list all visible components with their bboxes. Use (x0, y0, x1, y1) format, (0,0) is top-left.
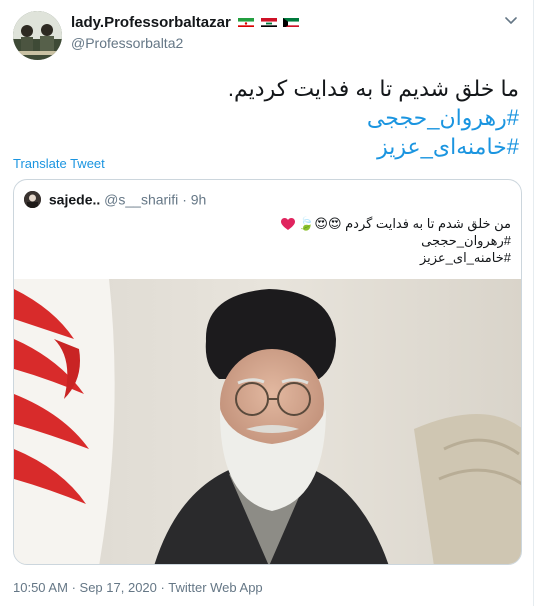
quoted-text: من خلق شدم تا به فدایت گردم 😍😍🍃 #رهروان_… (31, 215, 511, 266)
iran-flag-icon (238, 16, 255, 28)
translate-tweet-link[interactable]: Translate Tweet (13, 156, 105, 171)
avatar[interactable] (13, 11, 62, 60)
kuwait-flag-icon (283, 16, 300, 28)
tweet-text: ما خلق شدیم تا به فدایت کردیم. #رهروان_ح… (19, 74, 519, 161)
display-name[interactable]: lady.Professorbaltazar (71, 14, 231, 31)
chevron-down-icon[interactable] (503, 12, 519, 28)
quoted-handle: @s__sharifi (104, 191, 179, 208)
tweet-meta: 10:50 AM · Sep 17, 2020 · Twitter Web Ap… (13, 580, 263, 595)
quoted-hashtag: #رهروان_حججی (421, 233, 511, 248)
iraq-flag-icon (260, 16, 277, 28)
author-block: lady.Professorbaltazar @Professorbalta2 (71, 13, 300, 51)
tweet-card: lady.Professorbaltazar @Professorbalta2 … (0, 0, 534, 606)
quoted-hashtag: #خامنه_ای_عزیز (419, 250, 511, 265)
quoted-display-name: sajede.. (48, 191, 101, 208)
separator-dot: · (182, 191, 187, 208)
quoted-text-line: من خلق شدم تا به فدایت گردم 😍😍🍃 (31, 215, 511, 232)
flags-row (236, 13, 300, 31)
tweet-date[interactable]: Sep 17, 2020 (80, 580, 157, 595)
quoted-image[interactable] (14, 279, 521, 564)
quoted-tweet-header: sajede.. @s__sharifi · 9h (24, 190, 206, 208)
quoted-tweet[interactable]: sajede.. @s__sharifi · 9h من خلق شدم تا … (13, 179, 522, 565)
hashtag-link[interactable]: #رهروان_حججی (19, 103, 519, 132)
quoted-timestamp: 9h (190, 191, 207, 208)
quoted-avatar[interactable] (24, 190, 41, 208)
red-heart-icon (280, 218, 295, 231)
author-handle[interactable]: @Professorbalta2 (71, 35, 299, 51)
tweet-time[interactable]: 10:50 AM (13, 580, 68, 595)
separator-dot: · (71, 580, 76, 595)
separator-dot: · (160, 580, 165, 595)
tweet-source[interactable]: Twitter Web App (168, 580, 262, 595)
tweet-text-line: ما خلق شدیم تا به فدایت کردیم. (227, 76, 519, 101)
